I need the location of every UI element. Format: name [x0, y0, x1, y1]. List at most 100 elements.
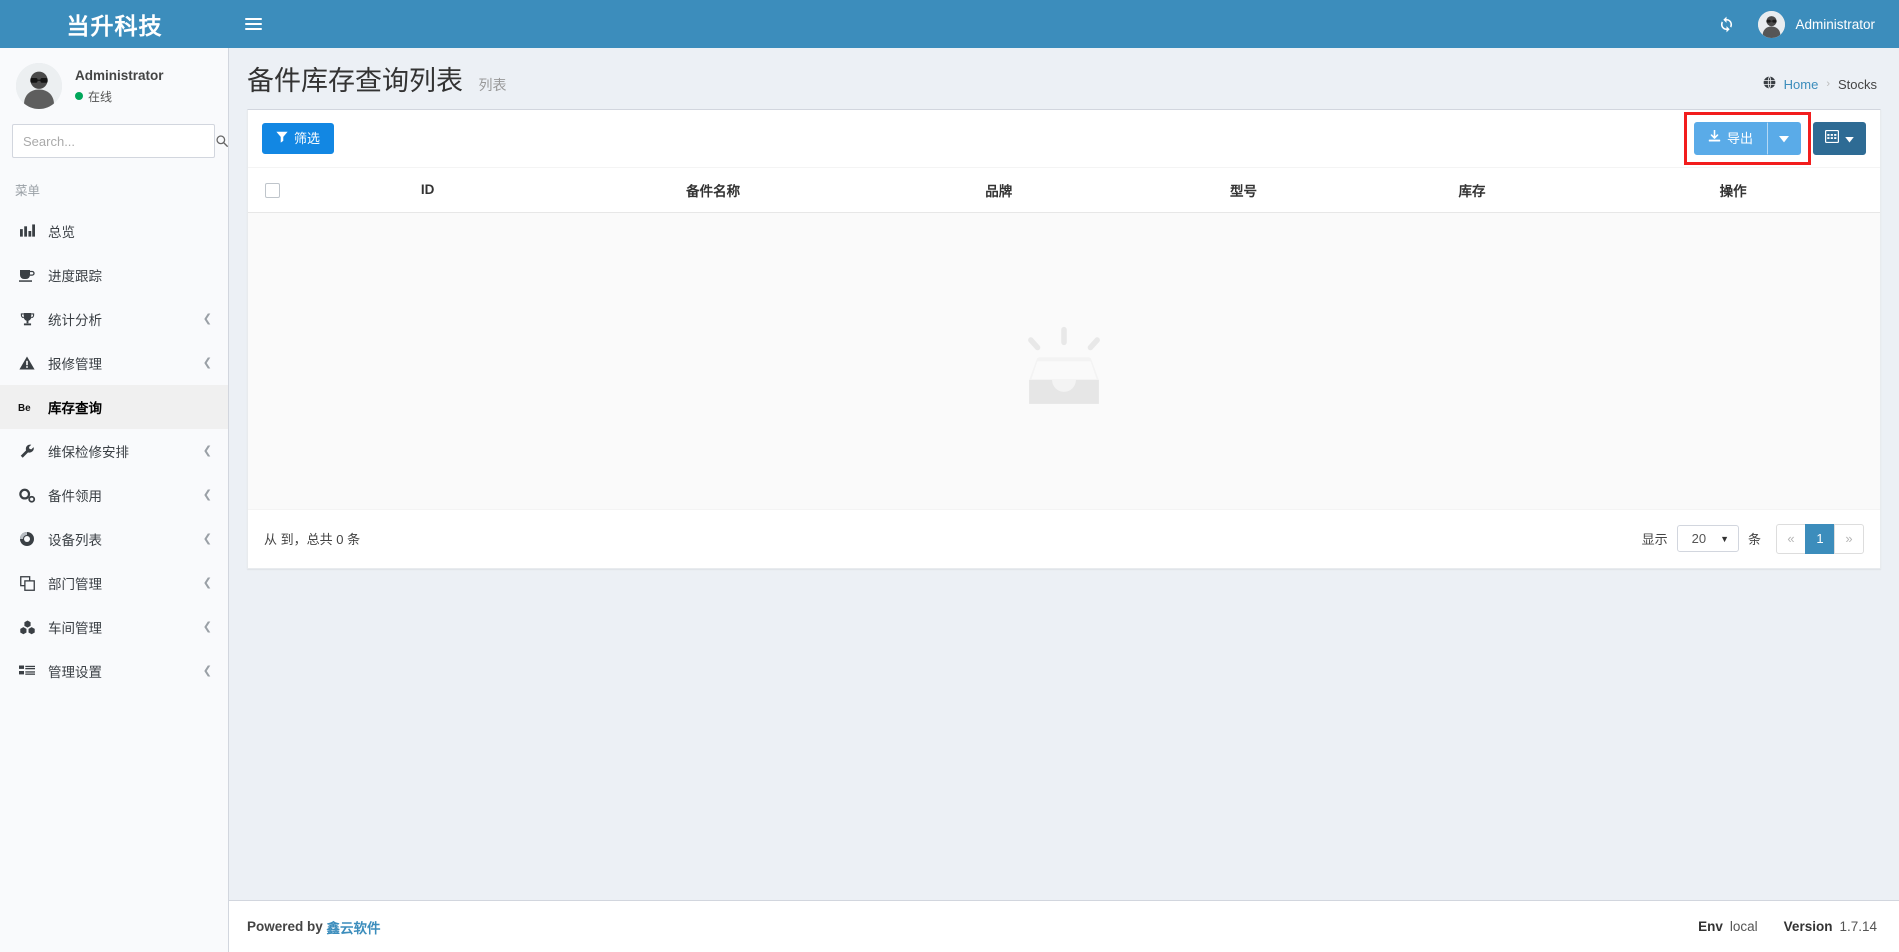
sidebar-user-status-label: 在线 — [88, 88, 112, 105]
sidebar-item-label: 统计分析 — [48, 309, 191, 329]
table-header-select-all — [248, 168, 297, 213]
sidebar-item-maintenance-schedule[interactable]: 维保检修安排 ❮ — [0, 429, 228, 473]
table-header-id[interactable]: ID — [297, 168, 558, 213]
powered-by-label: Powered by — [247, 919, 323, 934]
env-label: Env — [1698, 919, 1723, 934]
export-dropdown-button[interactable] — [1767, 122, 1801, 155]
pagination-summary: 从 到，总共 0 条 — [264, 529, 360, 548]
sidebar-menu-header: 菜单 — [0, 158, 228, 209]
caret-down-icon — [1779, 131, 1789, 147]
breadcrumb-home-link[interactable]: Home — [1784, 77, 1819, 92]
table-header-actions: 操作 — [1586, 168, 1880, 213]
sidebar-item-progress-tracking[interactable]: 进度跟踪 — [0, 253, 228, 297]
stocks-table: ID 备件名称 品牌 型号 库存 操作 — [248, 168, 1880, 213]
search-input[interactable] — [13, 134, 209, 149]
chevron-left-icon: ❮ — [203, 534, 212, 545]
export-button-group: 导出 — [1694, 122, 1801, 155]
navbar-spacer — [277, 0, 1704, 48]
sidebar-item-label: 部门管理 — [48, 573, 191, 593]
version-value: 1.7.14 — [1839, 919, 1877, 934]
export-highlight: 导出 — [1694, 122, 1801, 155]
table-icon — [1825, 130, 1839, 147]
table-footer: 从 到，总共 0 条 显示 20 ▼ 条 « 1 » — [248, 509, 1880, 568]
chevron-left-icon: ❮ — [203, 358, 212, 369]
sidebar-item-repair-management[interactable]: 报修管理 ❮ — [0, 341, 228, 385]
main-footer: Powered by 鑫云软件 Env local Version 1.7.14 — [229, 900, 1899, 952]
clone-icon — [18, 576, 36, 591]
sidebar-user-name: Administrator — [75, 68, 164, 83]
user-menu[interactable]: Administrator — [1748, 0, 1881, 48]
env-value: local — [1730, 919, 1758, 934]
pager-page-1[interactable]: 1 — [1805, 524, 1835, 554]
sidebar-user-info: Administrator 在线 — [75, 68, 164, 105]
chevron-left-icon: ❮ — [203, 666, 212, 677]
pager-next-button[interactable]: » — [1834, 524, 1864, 554]
sidebar-item-equipment-list[interactable]: 设备列表 ❮ — [0, 517, 228, 561]
sidebar-item-statistics[interactable]: 统计分析 ❮ — [0, 297, 228, 341]
pager-prev-button[interactable]: « — [1776, 524, 1806, 554]
empty-inbox-icon — [1009, 303, 1119, 418]
download-icon — [1708, 130, 1721, 147]
breadcrumb: Home › Stocks — [1763, 66, 1877, 92]
cubes-icon — [18, 620, 36, 635]
content-wrapper: 备件库存查询列表 列表 Home › Stocks — [229, 48, 1899, 952]
content-body: 筛选 导出 — [229, 109, 1899, 587]
sidebar-item-admin-settings[interactable]: 管理设置 ❮ — [0, 649, 228, 693]
filter-icon — [276, 131, 288, 147]
sidebar-user-panel[interactable]: Administrator 在线 — [0, 48, 228, 124]
sidebar-item-overview[interactable]: 总览 — [0, 209, 228, 253]
cogs-icon — [18, 488, 36, 503]
page-title: 备件库存查询列表 列表 — [247, 66, 507, 97]
toolbar-right: 导出 — [1694, 122, 1866, 155]
table-empty-state — [248, 213, 1880, 509]
page-size-label: 显示 — [1642, 529, 1668, 548]
sidebar-toggle-button[interactable] — [229, 0, 277, 48]
export-button-label: 导出 — [1727, 131, 1753, 147]
sidebar-item-label: 总览 — [48, 221, 212, 241]
behance-icon: Be — [18, 401, 36, 414]
wrench-icon — [18, 444, 36, 459]
search-icon — [215, 134, 229, 148]
sidebar-avatar — [16, 63, 62, 109]
sidebar-item-workshop-management[interactable]: 车间管理 ❮ — [0, 605, 228, 649]
brand-logo[interactable]: 当升科技 — [0, 0, 229, 48]
coffee-icon — [18, 268, 36, 282]
avatar — [1758, 11, 1785, 38]
table-header-part-name[interactable]: 备件名称 — [558, 168, 868, 213]
online-dot-icon — [75, 92, 83, 100]
page-subtitle: 列表 — [479, 77, 507, 93]
page-size-select[interactable]: 20 ▼ — [1677, 525, 1739, 552]
sidebar-item-label: 车间管理 — [48, 617, 191, 637]
table-header-model[interactable]: 型号 — [1129, 168, 1357, 213]
sidebar-item-parts-requisition[interactable]: 备件领用 ❮ — [0, 473, 228, 517]
page-size-value: 20 — [1692, 531, 1706, 546]
table-header-stock[interactable]: 库存 — [1358, 168, 1586, 213]
application-root: 当升科技 — [0, 0, 1899, 952]
refresh-button[interactable] — [1704, 0, 1748, 48]
life-ring-icon — [18, 531, 36, 547]
sidebar: Administrator 在线 菜单 — [0, 48, 229, 952]
search-button[interactable] — [209, 125, 229, 157]
page-title-text: 备件库存查询列表 — [247, 66, 463, 96]
export-button[interactable]: 导出 — [1694, 122, 1767, 155]
avatar-image — [16, 63, 62, 109]
list-alt-icon — [18, 665, 36, 678]
filter-button[interactable]: 筛选 — [262, 123, 334, 155]
sidebar-item-stock-query[interactable]: Be 库存查询 — [0, 385, 228, 429]
table-header-brand[interactable]: 品牌 — [868, 168, 1129, 213]
sidebar-search-wrap — [0, 124, 228, 158]
select-all-checkbox[interactable] — [265, 183, 280, 198]
bar-chart-icon — [18, 224, 36, 238]
chevron-left-icon: ❮ — [203, 490, 212, 501]
caret-down-icon — [1845, 131, 1854, 147]
sidebar-item-label: 库存查询 — [48, 397, 212, 417]
sidebar-item-department-management[interactable]: 部门管理 ❮ — [0, 561, 228, 605]
breadcrumb-current: Stocks — [1838, 77, 1877, 92]
vendor-link[interactable]: 鑫云软件 — [327, 917, 381, 937]
column-settings-button[interactable] — [1813, 122, 1866, 155]
user-menu-label: Administrator — [1795, 17, 1875, 32]
hamburger-icon — [245, 15, 262, 33]
filter-button-label: 筛选 — [294, 131, 320, 147]
footer-meta: Env local Version 1.7.14 — [1698, 919, 1877, 934]
sidebar-item-label: 备件领用 — [48, 485, 191, 505]
